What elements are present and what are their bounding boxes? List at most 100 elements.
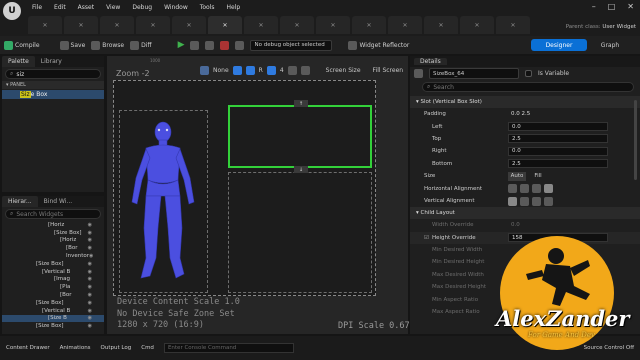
designer-button[interactable]: Designer <box>531 39 587 51</box>
stop-icon[interactable] <box>220 40 230 50</box>
asset-tab[interactable]: ✕ <box>280 16 314 34</box>
hierarchy-search-input[interactable]: ⌕ Search Widgets <box>5 209 101 219</box>
tree-row[interactable]: [Bor ◉ <box>2 291 104 299</box>
visibility-eye-icon[interactable]: ◉ <box>88 315 92 321</box>
lock-icon[interactable] <box>232 66 242 75</box>
visibility-eye-icon[interactable]: ◉ <box>88 308 92 314</box>
tree-row[interactable]: [Size B ◉ <box>2 314 104 323</box>
layout-icon[interactable] <box>287 66 297 75</box>
asset-tab[interactable]: ✕ <box>424 16 458 34</box>
asset-tab[interactable]: ✕ <box>460 16 494 34</box>
panel-category[interactable]: ▾ PANEL <box>2 81 104 89</box>
visibility-eye-icon[interactable]: ◉ <box>89 253 93 259</box>
menu-item[interactable]: Tools <box>200 4 215 11</box>
visibility-eye-icon[interactable]: ◉ <box>88 237 92 243</box>
screen-size-dropdown[interactable]: Screen Size <box>326 67 361 74</box>
visibility-eye-icon[interactable]: ◉ <box>88 245 92 251</box>
menu-item[interactable]: Window <box>164 4 188 11</box>
left-input[interactable]: 0.0 <box>508 122 608 132</box>
visibility-eye-icon[interactable]: ◉ <box>88 300 92 306</box>
cmd-dropdown[interactable]: Cmd <box>141 345 154 351</box>
size-box-selected[interactable] <box>228 105 372 168</box>
align-top-icon[interactable] <box>508 196 517 206</box>
tab-library[interactable]: Library <box>35 56 68 67</box>
snap-icon[interactable] <box>266 66 276 75</box>
widget-name-input[interactable]: SizeBox_64 <box>429 68 519 79</box>
visibility-eye-icon[interactable]: ◉ <box>88 222 92 228</box>
parent-class-value[interactable]: User Widget <box>602 24 636 30</box>
pointer-icon[interactable] <box>200 66 209 75</box>
save-button[interactable]: Save <box>59 40 85 50</box>
menu-item[interactable]: View <box>106 4 120 11</box>
menu-item[interactable]: File <box>32 4 42 11</box>
palette-item-size-box[interactable]: Siz e Box <box>2 90 104 99</box>
asset-tab[interactable]: ✕ <box>28 16 62 34</box>
content-drawer-button[interactable]: Content Drawer <box>6 345 50 351</box>
asset-tab[interactable]: ✕ <box>496 16 530 34</box>
minimize-icon[interactable]: – <box>592 2 596 11</box>
asset-tab[interactable]: ✕ <box>316 16 350 34</box>
height-override-checkbox[interactable]: ☑ <box>424 235 429 241</box>
align-bottom-icon[interactable] <box>532 196 541 206</box>
move-down-icon[interactable]: ↓ <box>294 166 308 173</box>
console-command-input[interactable]: Enter Console Command <box>163 343 294 353</box>
visibility-eye-icon[interactable]: ◉ <box>88 323 92 329</box>
source-control-status[interactable]: Source Control Off <box>584 345 634 351</box>
align-left-icon[interactable] <box>508 184 517 194</box>
tree-row[interactable]: [Size Box] ◉ <box>2 229 104 237</box>
top-input[interactable]: 2.5 <box>508 134 608 144</box>
output-log-button[interactable]: Output Log <box>101 345 132 351</box>
tree-row[interactable]: [Size Box] ◉ <box>2 299 104 307</box>
align-center-icon[interactable] <box>520 184 529 194</box>
none-dropdown[interactable]: None <box>213 67 229 74</box>
play-icon[interactable]: ▶ <box>178 40 185 50</box>
tree-row[interactable]: [Size Box] ◉ <box>2 260 104 268</box>
maximize-icon[interactable]: □ <box>608 2 616 11</box>
grid-icon[interactable] <box>245 66 255 75</box>
tree-row[interactable]: [Pla ◉ <box>2 283 104 291</box>
menu-item[interactable]: Help <box>227 4 241 11</box>
layout2-icon[interactable] <box>300 66 310 75</box>
asset-tab[interactable]: ✕ <box>172 16 206 34</box>
menu-item[interactable]: Debug <box>132 4 152 11</box>
details-search-input[interactable]: ⌕ Search <box>422 82 634 92</box>
align-vfill-icon[interactable] <box>544 196 553 206</box>
tree-row[interactable]: [Horiz ◉ <box>2 237 104 245</box>
tab-bind-widgets[interactable]: Bind Wi... <box>38 196 79 207</box>
size-fill-button[interactable]: Fill <box>530 172 546 181</box>
asset-tab[interactable]: ✕ <box>388 16 422 34</box>
visibility-eye-icon[interactable]: ◉ <box>88 284 92 290</box>
pause-icon[interactable] <box>205 40 215 50</box>
asset-tab[interactable]: ✕ <box>136 16 170 34</box>
asset-tab[interactable]: ✕ <box>64 16 98 34</box>
asset-tab[interactable]: ✕ <box>100 16 134 34</box>
is-variable-checkbox[interactable] <box>525 70 532 77</box>
tree-row[interactable]: [Vertical B ◉ <box>2 307 104 315</box>
visibility-eye-icon[interactable]: ◉ <box>88 261 92 267</box>
animations-button[interactable]: Animations <box>60 345 91 351</box>
palette-search-input[interactable]: ⌕ siz <box>5 69 101 79</box>
r-button[interactable]: R <box>259 67 263 74</box>
tree-row[interactable]: [Bor ◉ <box>2 244 104 252</box>
menu-item[interactable]: Edit <box>54 4 66 11</box>
slot-section-header[interactable]: ▾ Slot (Vertical Box Slot) <box>410 96 640 108</box>
asset-tab[interactable]: ✕ <box>244 16 278 34</box>
align-middle-icon[interactable] <box>520 196 529 206</box>
tree-row[interactable]: Inventor ◉ <box>2 252 104 260</box>
right-input[interactable]: 0.0 <box>508 146 608 156</box>
asset-tab[interactable]: ✕ <box>208 16 242 34</box>
widget-reflector-button[interactable]: Widget Reflector <box>348 40 409 50</box>
move-up-icon[interactable]: ↑ <box>294 100 308 107</box>
tab-details[interactable]: Details <box>414 58 447 65</box>
tree-row[interactable]: [Vertical B ◉ <box>2 268 104 276</box>
settings-icon[interactable] <box>235 40 245 50</box>
graph-button[interactable]: Graph <box>592 39 628 51</box>
visibility-eye-icon[interactable]: ◉ <box>88 276 92 282</box>
bottom-input[interactable]: 2.5 <box>508 159 608 169</box>
asset-tab[interactable]: ✕ <box>352 16 386 34</box>
align-fill-icon[interactable] <box>544 184 553 194</box>
size-auto-button[interactable]: Auto <box>508 171 526 181</box>
menu-item[interactable]: Asset <box>78 4 94 11</box>
browse-button[interactable]: Browse <box>91 40 124 50</box>
compile-button[interactable]: Compile <box>4 40 40 50</box>
